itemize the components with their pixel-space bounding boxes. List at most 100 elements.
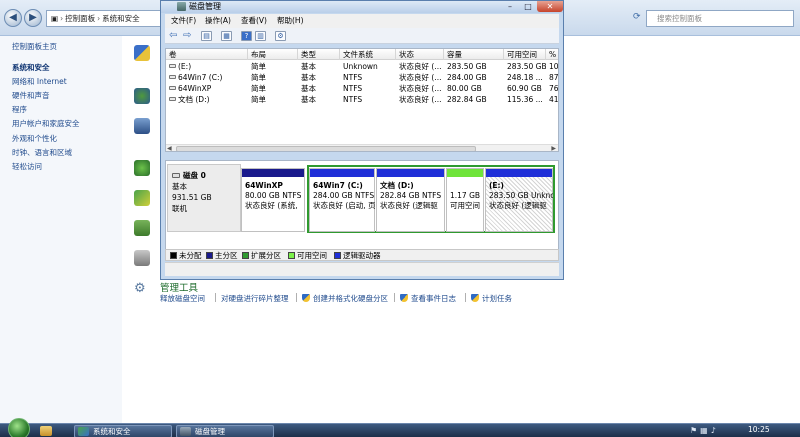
- forward-button[interactable]: ▶: [24, 9, 42, 27]
- schedule-tasks-label: 计划任务: [482, 294, 512, 303]
- minimize-button[interactable]: –: [501, 1, 519, 12]
- scrollbar-thumb[interactable]: [176, 146, 476, 151]
- admin-tools-title[interactable]: 管理工具: [160, 280, 198, 294]
- help-icon[interactable]: ?: [241, 31, 252, 41]
- address-bar[interactable]: ▣ › 控制面板 › 系统和安全: [46, 10, 168, 27]
- legend-swatch: [288, 252, 295, 259]
- sidebar-item-ease-of-access[interactable]: 轻松访问: [12, 161, 42, 172]
- legend-label: 主分区: [215, 251, 238, 260]
- sidebar-item-system-security[interactable]: 系统和安全: [12, 62, 50, 73]
- disk-state: 联机: [172, 204, 187, 213]
- explorer-icon[interactable]: [40, 426, 52, 436]
- partition-win7-c[interactable]: 64Win7 (C:) 284.00 GB NTFS 状态良好 (启动, 页: [309, 168, 375, 232]
- search-input[interactable]: 搜索控制面板: [646, 10, 794, 27]
- maximize-button[interactable]: □: [519, 1, 537, 12]
- system-icon: [134, 118, 150, 134]
- sidebar-item-user-accounts[interactable]: 用户帐户和家庭安全: [12, 118, 80, 129]
- address-segment-control-panel[interactable]: 控制面板: [65, 14, 95, 23]
- scroll-left-icon[interactable]: ◀: [167, 145, 172, 151]
- free-disk-space-link[interactable]: 释放磁盘空间: [160, 293, 205, 304]
- partition-size: 283.50 GB Unkno: [489, 191, 553, 200]
- layout-cell: 简单: [251, 84, 266, 93]
- close-button[interactable]: ✕: [537, 1, 563, 12]
- disk-management-icon: [180, 427, 191, 436]
- volume-name: 文档 (D:): [178, 95, 210, 104]
- sidebar-item-programs[interactable]: 程序: [12, 104, 27, 115]
- clock[interactable]: 10:25: [748, 425, 770, 434]
- capacity-cell: 80.00 GB: [447, 84, 482, 93]
- flag-icon[interactable]: ⚑: [690, 426, 700, 435]
- link-divider: [296, 293, 297, 302]
- console-tree-icon[interactable]: ▤: [201, 31, 212, 41]
- volume-name-cell: 64WinXP: [166, 83, 248, 94]
- status-cell: 状态良好 (...: [399, 62, 442, 71]
- create-format-partitions-link[interactable]: 创建并格式化硬盘分区: [302, 293, 388, 304]
- menu-action[interactable]: 操作(A): [205, 15, 231, 27]
- sidebar-item-network[interactable]: 网络和 Internet: [12, 76, 67, 87]
- forward-arrow-icon[interactable]: ⇨: [183, 30, 191, 41]
- logical-drive-bar: [377, 169, 444, 177]
- table-row[interactable]: (E:) 简单 基本 Unknown 状态良好 (... 283.50 GB 2…: [166, 61, 558, 72]
- legend: 未分配 主分区 扩展分区 可用空间 逻辑驱动器: [165, 249, 559, 261]
- disk-name: 磁盘 0: [183, 171, 206, 180]
- properties-icon[interactable]: ▦: [221, 31, 232, 41]
- horizontal-scrollbar[interactable]: ◀ ▶: [166, 144, 558, 151]
- column-header-status[interactable]: 状态: [396, 49, 444, 60]
- free-space-bar: [447, 169, 483, 177]
- menu-file[interactable]: 文件(F): [171, 15, 196, 27]
- window-titlebar[interactable]: 磁盘管理 – □ ✕: [161, 1, 563, 13]
- layout-cell: 简单: [251, 62, 266, 71]
- volume-icon: [169, 75, 176, 79]
- column-header-capacity[interactable]: 容量: [444, 49, 504, 60]
- list-view-icon[interactable]: ▥: [255, 31, 266, 41]
- taskbar-button-system-security[interactable]: 系统和安全: [74, 425, 172, 437]
- start-button[interactable]: [8, 418, 30, 437]
- legend-swatch: [242, 252, 249, 259]
- logical-drive-bar: [310, 169, 374, 177]
- type-cell: 基本: [301, 84, 316, 93]
- disk-name-row: 磁盘 0: [172, 170, 236, 181]
- view-event-logs-link[interactable]: 查看事件日志: [400, 293, 456, 304]
- column-header-percent[interactable]: %: [546, 49, 558, 60]
- column-header-free-space[interactable]: 可用空间: [504, 49, 546, 60]
- menu-help[interactable]: 帮助(H): [277, 15, 304, 27]
- column-header-layout[interactable]: 布局: [248, 49, 298, 60]
- back-button[interactable]: ◀: [4, 9, 22, 27]
- refresh-icon[interactable]: ⟳: [633, 12, 641, 22]
- partition-docs-d[interactable]: 文档 (D:) 282.84 GB NTFS 状态良好 (逻辑驱: [376, 168, 445, 232]
- partition-name: 文档 (D:): [380, 181, 414, 190]
- partition-free-space[interactable]: 1.17 GB 可用空间: [446, 168, 484, 232]
- address-segment-system-security[interactable]: 系统和安全: [102, 14, 140, 23]
- partition-winxp[interactable]: 64WinXP 80.00 GB NTFS 状态良好 (系统,: [241, 168, 305, 232]
- scroll-right-icon[interactable]: ▶: [551, 145, 556, 151]
- volume-name-cell: 文档 (D:): [166, 94, 248, 105]
- sidebar-item-clock-region[interactable]: 时钟、语言和区域: [12, 147, 72, 158]
- status-bar: [165, 262, 559, 276]
- disk-0-label[interactable]: 磁盘 0 基本 931.51 GB 联机: [167, 164, 241, 232]
- settings-icon[interactable]: ⚙: [275, 31, 286, 41]
- system-tray[interactable]: ⚑▦♪: [690, 426, 730, 436]
- volume-icon: [169, 86, 176, 90]
- network-icon[interactable]: ▦: [700, 426, 711, 435]
- sidebar-item-home[interactable]: 控制面板主页: [12, 41, 57, 52]
- table-row[interactable]: 文档 (D:) 简单 基本 NTFS 状态良好 (... 282.84 GB 1…: [166, 94, 558, 105]
- table-row[interactable]: 64WinXP 简单 基本 NTFS 状态良好 (... 80.00 GB 60…: [166, 83, 558, 94]
- column-header-filesystem[interactable]: 文件系统: [340, 49, 396, 60]
- taskbar-button-disk-management[interactable]: 磁盘管理: [176, 425, 274, 437]
- link-divider: [465, 293, 466, 302]
- legend-label: 扩展分区: [251, 251, 281, 260]
- menu-view[interactable]: 查看(V): [241, 15, 267, 27]
- volume-icon[interactable]: ♪: [711, 426, 719, 435]
- layout-cell: 简单: [251, 95, 266, 104]
- partition-e[interactable]: (E:) 283.50 GB Unkno 状态良好 (逻辑驱: [485, 168, 553, 232]
- back-arrow-icon[interactable]: ⇦: [169, 30, 177, 41]
- sidebar-item-hardware-sound[interactable]: 硬件和声音: [12, 90, 50, 101]
- defragment-link[interactable]: 对硬盘进行碎片整理: [221, 293, 289, 304]
- schedule-tasks-link[interactable]: 计划任务: [471, 293, 512, 304]
- sidebar-item-appearance[interactable]: 外观和个性化: [12, 133, 57, 144]
- column-header-type[interactable]: 类型: [298, 49, 340, 60]
- table-row[interactable]: 64Win7 (C:) 简单 基本 NTFS 状态良好 (... 284.00 …: [166, 72, 558, 83]
- capacity-cell: 284.00 GB: [447, 73, 487, 82]
- column-header-volume[interactable]: 卷: [166, 49, 248, 60]
- legend-item-primary: 主分区: [206, 251, 238, 260]
